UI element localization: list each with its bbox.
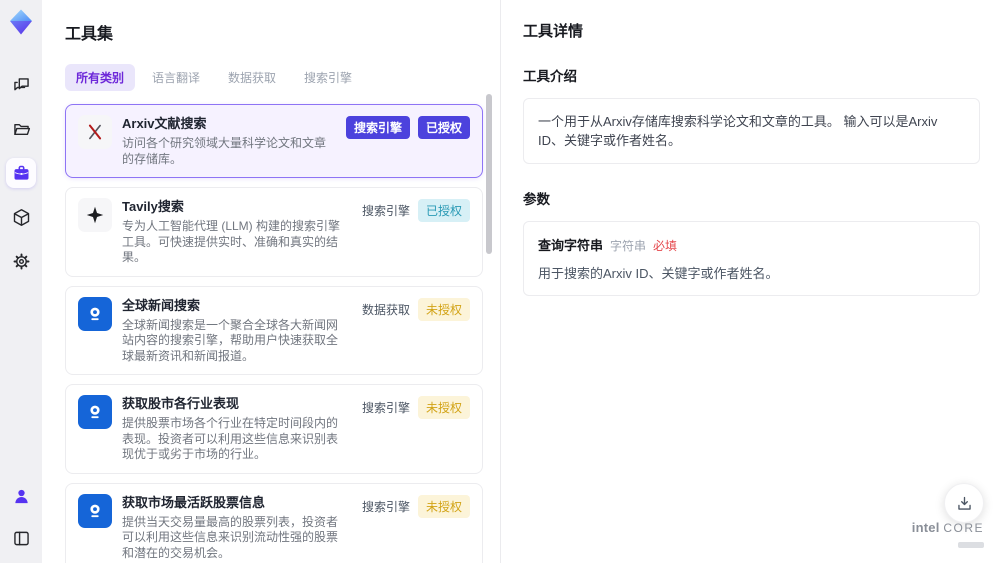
user-icon[interactable]: [6, 481, 36, 511]
tool-description: 专为人工智能代理 (LLM) 构建的搜索引擎工具。可快速提供实时、准确和真实的结…: [122, 219, 341, 264]
parameter-header: 查询字符串 字符串 必填: [538, 235, 965, 254]
tab-1[interactable]: 语言翻译: [141, 64, 211, 91]
stock-app-icon: [78, 395, 112, 429]
list-scrollbar[interactable]: [486, 94, 492, 254]
tool-list-panel: 工具集 所有类别 语言翻译 数据获取 搜索引擎 Arxiv文献搜索 访问各个研究…: [42, 0, 500, 563]
auth-badge: 未授权: [417, 494, 470, 518]
tool-intro-box: 一个用于从Arxiv存储库搜索科学论文和文章的工具。 输入可以是Arxiv ID…: [523, 98, 980, 164]
tool-description: 提供股票市场各个行业在特定时间段内的表现。投资者可以利用这些信息来识别表现优于或…: [122, 416, 339, 461]
brand-intel: intel: [911, 520, 940, 535]
sidebar-nav: [6, 70, 36, 276]
category-tabs: 所有类别 语言翻译 数据获取 搜索引擎: [65, 64, 500, 91]
sidebar-rail: [0, 0, 42, 563]
category-badge: 数据获取: [361, 302, 410, 317]
arxiv-logo-icon: [78, 115, 112, 149]
settings-icon[interactable]: [6, 246, 36, 276]
tool-tags: 数据获取 未授权: [362, 297, 470, 365]
parameter-box: 查询字符串 字符串 必填 用于搜索的Arxiv ID、关键字或作者姓名。: [523, 221, 980, 296]
tool-tags: 搜索引擎 未授权: [362, 494, 470, 562]
news-app-icon: [78, 296, 112, 331]
tool-list: Arxiv文献搜索 访问各个研究领域大量科学论文和文章的存储库。 搜索引擎 已授…: [65, 104, 483, 563]
brand-bar: [958, 542, 984, 548]
panel-toggle-icon[interactable]: [6, 523, 36, 553]
params-heading: 参数: [523, 192, 550, 207]
stock-app-icon: [78, 493, 112, 528]
parameter-description: 用于搜索的Arxiv ID、关键字或作者姓名。: [538, 266, 779, 281]
details-title: 工具详情: [523, 23, 584, 40]
sidebar-bottom: [6, 481, 36, 553]
tool-name: Tavily搜索: [122, 199, 184, 214]
parameter-type: 字符串: [610, 239, 647, 253]
tool-card[interactable]: Arxiv文献搜索 访问各个研究领域大量科学论文和文章的存储库。 搜索引擎 已授…: [65, 104, 483, 178]
page-title: 工具集: [65, 26, 114, 43]
sparkle-icon: [78, 198, 112, 232]
tool-name: 全球新闻搜索: [122, 297, 201, 313]
tool-name: 获取股市各行业表现: [122, 396, 240, 411]
tool-name: 获取市场最活跃股票信息: [122, 494, 266, 510]
category-badge: 搜索引擎: [361, 204, 410, 218]
brand-core: core: [943, 521, 984, 535]
tab-0[interactable]: 所有类别: [65, 64, 136, 91]
tool-card[interactable]: 获取股市各行业表现 提供股票市场各个行业在特定时间段内的表现。投资者可以利用这些…: [65, 384, 483, 474]
category-badge: 搜索引擎: [361, 401, 410, 415]
toolbox-icon[interactable]: [6, 158, 36, 188]
folder-icon[interactable]: [6, 114, 36, 144]
auth-badge: 未授权: [417, 396, 470, 419]
auth-badge: 已授权: [417, 116, 470, 139]
tool-tags: 搜索引擎 已授权: [345, 115, 470, 167]
intel-core-logo: intel core: [912, 520, 984, 553]
app-window: 工具集 所有类别 语言翻译 数据获取 搜索引擎 Arxiv文献搜索 访问各个研究…: [0, 0, 1000, 563]
chat-icon[interactable]: [6, 70, 36, 100]
tool-tags: 搜索引擎 未授权: [362, 395, 470, 463]
tool-card[interactable]: 获取市场最活跃股票信息 提供当天交易量最高的股票列表，投资者可以利用这些信息来识…: [65, 482, 483, 563]
category-badge: 搜索引擎: [345, 116, 410, 139]
auth-badge: 已授权: [417, 199, 470, 222]
tool-card[interactable]: Tavily搜索 专为人工智能代理 (LLM) 构建的搜索引擎工具。可快速提供实…: [65, 187, 483, 277]
category-badge: 搜索引擎: [361, 499, 410, 514]
tool-description: 访问各个研究领域大量科学论文和文章的存储库。: [122, 136, 327, 166]
tab-3[interactable]: 搜索引擎: [293, 64, 363, 91]
tool-name: Arxiv文献搜索: [122, 116, 207, 131]
tool-tags: 搜索引擎 已授权: [362, 198, 470, 266]
tool-description: 全球新闻搜索是一个聚合全球各大新闻网站内容的搜索引擎，帮助用户快速获取全球最新资…: [122, 317, 339, 363]
tab-2[interactable]: 数据获取: [217, 64, 287, 91]
intro-heading: 工具介绍: [523, 69, 577, 84]
tool-card[interactable]: 全球新闻搜索 全球新闻搜索是一个聚合全球各大新闻网站内容的搜索引擎，帮助用户快速…: [65, 285, 483, 375]
cube-icon[interactable]: [6, 202, 36, 232]
parameter-required-badge: 必填: [653, 239, 678, 253]
tool-description: 提供当天交易量最高的股票列表，投资者可以利用这些信息来识别流动性强的股票和潜在的…: [122, 514, 339, 560]
auth-badge: 未授权: [417, 297, 470, 321]
parameter-name: 查询字符串: [538, 238, 604, 253]
download-button[interactable]: [944, 483, 984, 523]
app-logo: [7, 8, 35, 36]
tool-details-panel: 工具详情 工具介绍 一个用于从Arxiv存储库搜索科学论文和文章的工具。 输入可…: [500, 0, 1000, 563]
